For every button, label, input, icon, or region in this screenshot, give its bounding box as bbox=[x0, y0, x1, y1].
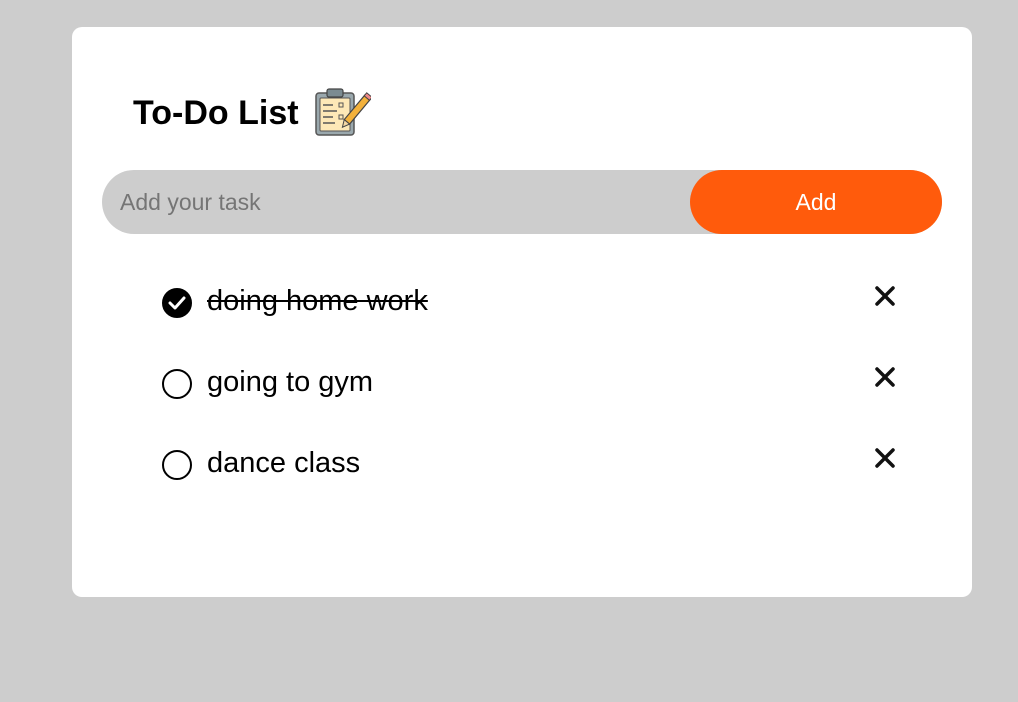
task-text[interactable]: dance class bbox=[207, 446, 360, 481]
unchecked-circle-icon[interactable] bbox=[162, 450, 192, 480]
todo-card: To-Do List Add your task Add doing home … bbox=[72, 27, 972, 597]
task-input[interactable] bbox=[102, 169, 690, 235]
unchecked-circle-icon[interactable] bbox=[162, 369, 192, 399]
close-icon[interactable] bbox=[873, 365, 897, 389]
task-text[interactable]: doing home work bbox=[207, 284, 428, 319]
header: To-Do List bbox=[133, 87, 373, 139]
task-input-row: Add bbox=[102, 169, 942, 235]
add-button[interactable]: Add bbox=[690, 170, 942, 234]
task-list: doing home work going to gym dance class bbox=[162, 280, 897, 523]
task-text[interactable]: going to gym bbox=[207, 365, 373, 400]
close-icon[interactable] bbox=[873, 284, 897, 308]
clipboard-checklist-icon bbox=[313, 87, 373, 139]
list-item: going to gym bbox=[162, 361, 897, 442]
close-icon[interactable] bbox=[873, 446, 897, 470]
list-item: dance class bbox=[162, 442, 897, 523]
app-title: To-Do List bbox=[133, 94, 299, 132]
list-item: doing home work bbox=[162, 280, 897, 361]
checked-circle-icon[interactable] bbox=[162, 288, 192, 318]
